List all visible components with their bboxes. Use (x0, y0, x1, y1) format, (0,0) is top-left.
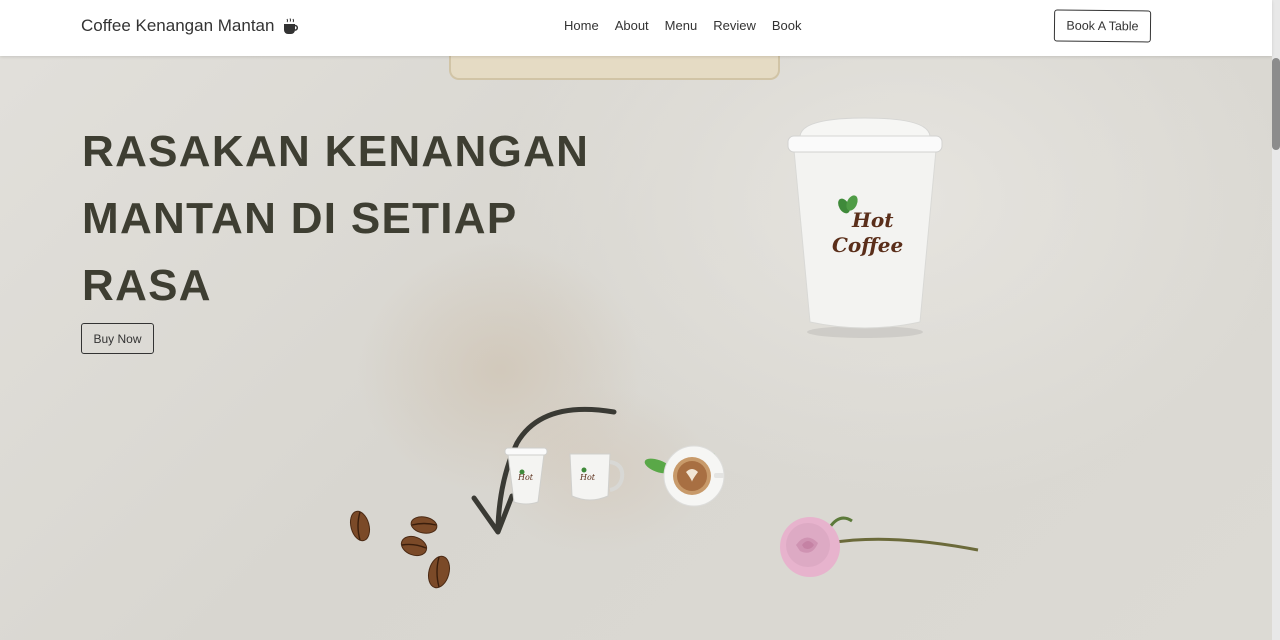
cup-logo-hot: Hot (851, 208, 894, 232)
nav-about[interactable]: About (615, 18, 649, 33)
nav-review[interactable]: Review (713, 18, 756, 33)
svg-text:Hot: Hot (517, 473, 534, 482)
hot-coffee-cup-image: Hot Coffee (787, 117, 943, 338)
nav-menu[interactable]: Menu (665, 18, 698, 33)
thumb-paper-cup[interactable]: Hot (504, 447, 548, 505)
nav-book[interactable]: Book (772, 18, 802, 33)
buy-now-button[interactable]: Buy Now (81, 323, 154, 354)
thumb-latte-cup[interactable] (643, 445, 725, 507)
headline-line-2: MANTAN DI SETIAP (82, 194, 518, 243)
headline-line-3: RASA (82, 261, 212, 310)
cup-logo-coffee: Coffee (832, 233, 903, 257)
brand[interactable]: Coffee Kenangan Mantan (81, 16, 299, 36)
coffee-cup-icon (284, 18, 299, 34)
coffee-beans-image (349, 510, 451, 589)
brand-name: Coffee Kenangan Mantan (81, 16, 275, 35)
product-thumbnails: Hot Hot (504, 445, 725, 507)
hero-headline: RASAKAN KENANGAN MANTAN DI SETIAP RASA (82, 118, 602, 319)
headline-line-1: RASAKAN KENANGAN (82, 127, 590, 176)
main-nav: Home About Menu Review Book (564, 18, 801, 33)
scrollbar-thumb[interactable] (1272, 58, 1280, 150)
thumb-mug[interactable]: Hot (569, 453, 625, 501)
top-navbar: Coffee Kenangan Mantan Home About Menu R… (0, 0, 1272, 56)
burlap-sack-decoration (449, 52, 780, 80)
svg-text:Hot: Hot (579, 473, 596, 482)
pink-rose-image (780, 516, 979, 577)
hero-background (0, 0, 1280, 640)
book-table-button[interactable]: Book A Table (1053, 9, 1152, 43)
nav-home[interactable]: Home (564, 18, 599, 33)
